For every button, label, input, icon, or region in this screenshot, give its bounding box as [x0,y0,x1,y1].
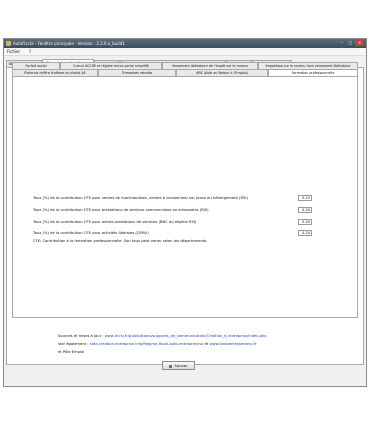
rate-input-bnc[interactable]: 0.30 [298,219,312,225]
sub-tabs-row-2: Plafonds chiffre d'affaire du statut AE … [12,69,358,76]
rate-label-bnc: Taux (%) de la contribution CFE pour aut… [33,220,197,224]
rate-row-liberales: Taux (%) de la contribution CFE pour act… [33,230,351,237]
formation-panel: Taux (%) de la contribution CFE pour ven… [12,76,358,318]
close-icon[interactable]: ✕ [355,40,364,46]
sources-prefix: Sources et mises à jour : [58,334,104,338]
save-icon [169,364,173,368]
app-icon [6,41,11,46]
sub-tabs: Forfait social Cumul ACCRE et régime mic… [12,62,358,76]
sources-line-3: et Pôle Emploi [58,350,85,354]
link-aide-creation[interactable]: aide-creation-entreprise.info/Regime-fis… [90,342,204,346]
cfe-note: CFE: Contribution à la formation profess… [33,239,208,243]
rate-row-ventes: Taux (%) de la contribution CFE pour ven… [33,195,351,202]
link-le-rsi[interactable]: www.le-rsi.fr/publications/supports_de_c… [105,334,267,338]
rate-input-commerciales[interactable]: 0.30 [298,207,312,213]
subtab-formation-professionnelle[interactable]: Formation professionnelle [268,69,358,76]
window-title: AutoFiscta - Fenêtre principale - Versio… [13,41,125,46]
subtab-trimestres-retraite[interactable]: Trimestres retraite [98,69,176,76]
rate-label-ventes: Taux (%) de la contribution CFE pour ven… [33,196,248,200]
see-also-and: et [204,342,209,346]
maximize-icon[interactable]: □ [346,40,355,46]
link-lautoentrepreneur[interactable]: www.lautoentrepreneur.fr [210,342,257,346]
menu-help[interactable]: ? [29,49,31,54]
subtab-cumul-accre[interactable]: Cumul ACCRE et régime micro-social simpl… [60,62,162,69]
menu-file[interactable]: Fichier [7,49,20,54]
rate-label-liberales: Taux (%) de la contribution CFE pour act… [33,231,149,235]
subtab-plafonds-ca[interactable]: Plafonds chiffre d'affaire du statut AE [12,69,98,76]
rate-row-commerciales: Taux (%) de la contribution CFE pour pre… [33,207,351,214]
title-bar[interactable]: AutoFiscta - Fenêtre principale - Versio… [4,39,366,48]
save-label: Sauver [174,363,188,368]
save-button[interactable]: Sauver [162,361,195,370]
menu-bar: Fichier ? [4,48,366,56]
minimize-icon[interactable]: – [337,40,346,46]
subtab-forfait-social[interactable]: Forfait social [12,62,60,69]
see-also-prefix: Voir également : [58,342,89,346]
subtab-versement-liberatoire[interactable]: Versement libératoire de l'impôt sur le … [162,62,258,69]
sub-tabs-row-1: Forfait social Cumul ACCRE et régime mic… [12,62,358,69]
rate-input-ventes[interactable]: 0.10 [298,195,312,201]
subtab-imposition-revenu[interactable]: Imposition sur le revenu hors versement … [258,62,358,69]
sources-line-1: Sources et mises à jour : www.le-rsi.fr/… [58,334,267,338]
rate-label-commerciales: Taux (%) de la contribution CFE pour pre… [33,208,209,212]
rate-row-bnc: Taux (%) de la contribution CFE pour aut… [33,219,351,226]
subtab-are[interactable]: ARE (Aide au Retour à l'Emploi) [176,69,268,76]
rate-input-liberales[interactable]: 0.20 [298,230,312,236]
sources-line-2: Voir également : aide-creation-entrepris… [58,342,257,346]
